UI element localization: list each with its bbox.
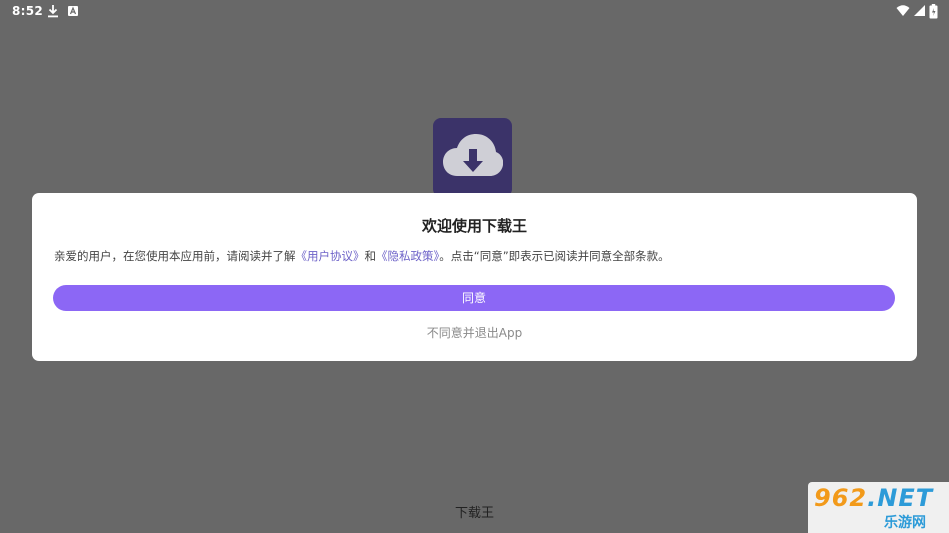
app-icon (433, 118, 512, 197)
watermark-main-text: 962.NET (814, 484, 933, 512)
signal-icon (913, 4, 926, 21)
watermark-number: 962 (814, 484, 868, 512)
privacy-policy-link[interactable]: 《隐私政策》 (376, 249, 439, 263)
status-time: 8:52 (12, 4, 44, 18)
disagree-exit-link[interactable]: 不同意并退出App (32, 324, 917, 341)
watermark-domain: .NET (867, 484, 934, 512)
welcome-dialog: 欢迎使用下载王 亲爱的用户，在您使用本应用前，请阅读并了解《用户协议》和《隐私政… (32, 193, 917, 361)
app-name-label: 下载王 (454, 506, 494, 521)
body-prefix: 亲爱的用户，在您使用本应用前，请阅读并了解 (54, 249, 296, 263)
watermark-sub-text: 乐游网 (884, 515, 926, 531)
dialog-body: 亲爱的用户，在您使用本应用前，请阅读并了解《用户协议》和《隐私政策》。点击“同意… (54, 248, 904, 264)
dialog-title: 欢迎使用下载王 (421, 217, 527, 235)
body-conjunction: 和 (364, 249, 377, 263)
status-bar: 8:52 (0, 0, 949, 24)
watermark-logo: 962.NET 乐游网 (808, 482, 949, 533)
cloud-download-icon (443, 134, 503, 176)
notification-icon (67, 4, 79, 21)
battery-icon (929, 4, 938, 22)
user-agreement-link[interactable]: 《用户协议》 (296, 249, 365, 263)
wifi-icon (896, 4, 910, 21)
body-suffix: 。点击“同意”即表示已阅读并同意全部条款。 (439, 249, 670, 263)
agree-button[interactable]: 同意 (53, 285, 895, 311)
download-icon (47, 4, 59, 21)
